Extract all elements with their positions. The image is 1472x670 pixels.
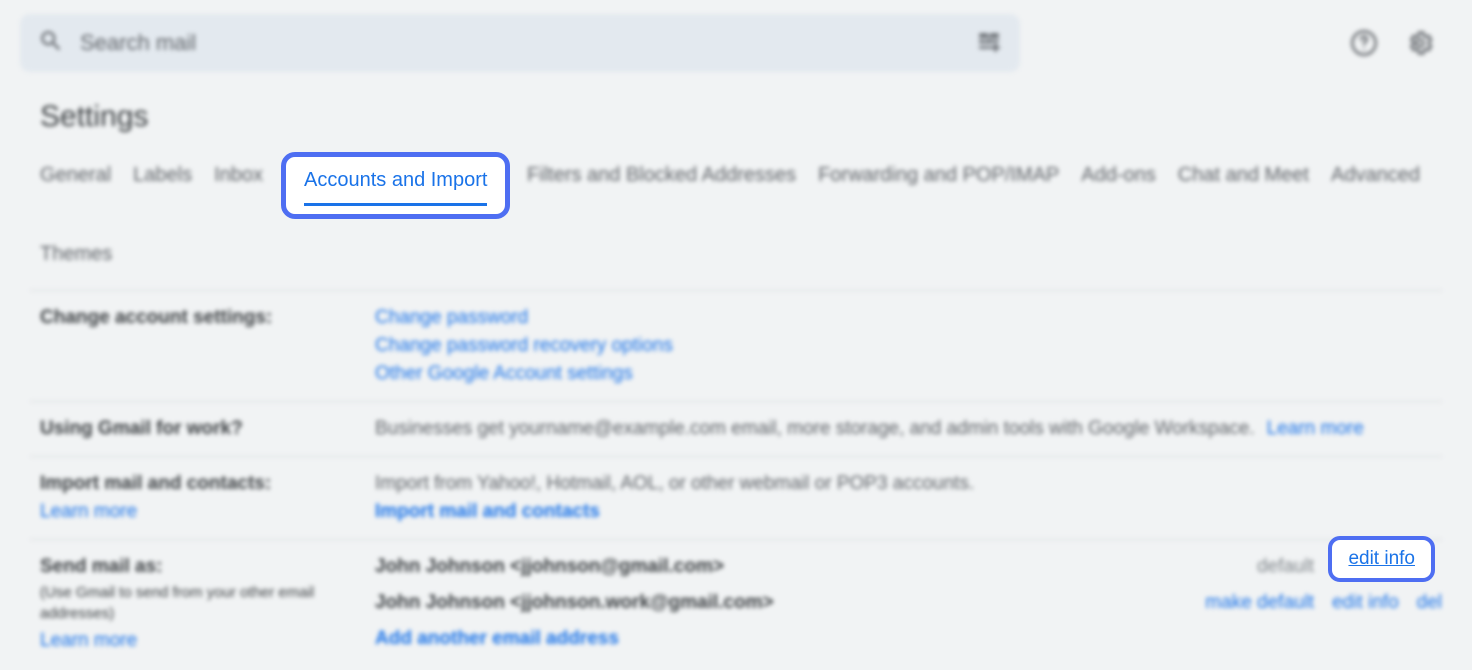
tune-icon[interactable] [976, 28, 1002, 59]
send-as-row: John Johnson <jjohnson@gmail.com> defaul… [375, 556, 1432, 578]
tab-addons[interactable]: Add-ons [1081, 158, 1156, 193]
tab-forwarding[interactable]: Forwarding and POP/IMAP [818, 158, 1059, 193]
link-make-default[interactable]: make default [1205, 592, 1314, 614]
section-send-mail-as: Send mail as: (Use Gmail to send from yo… [30, 539, 1442, 668]
tab-accounts-import[interactable]: Accounts and Import [281, 152, 510, 219]
link-edit-info-primary[interactable]: edit info [1328, 536, 1435, 582]
search-box[interactable]: Search mail [20, 14, 1020, 72]
search-icon [38, 28, 64, 59]
settings-gear-button[interactable] [1398, 21, 1442, 65]
topbar: Search mail [0, 0, 1472, 82]
send-as-email-primary: John Johnson <jjohnson@gmail.com> [375, 556, 1257, 578]
page-title: Settings [30, 82, 1442, 158]
link-change-recovery[interactable]: Change password recovery options [375, 335, 1432, 357]
link-delete[interactable]: del [1417, 592, 1442, 614]
tab-general[interactable]: General [40, 158, 111, 193]
tab-labels[interactable]: Labels [133, 158, 192, 193]
label-send-as: Send mail as: [40, 556, 163, 577]
link-work-learn-more[interactable]: Learn more [1267, 418, 1364, 440]
send-as-email-secondary: John Johnson <jjohnson.work@gmail.com> [375, 592, 1205, 614]
search-placeholder: Search mail [80, 30, 960, 56]
tab-filters[interactable]: Filters and Blocked Addresses [527, 158, 796, 193]
tab-chat[interactable]: Chat and Meet [1178, 158, 1309, 193]
link-import-learn-more[interactable]: Learn more [40, 501, 375, 523]
sub-send-as: (Use Gmail to send from your other email… [40, 582, 375, 624]
tab-inbox[interactable]: Inbox [214, 158, 263, 193]
section-change-account: Change account settings: Change password… [30, 290, 1442, 401]
label-change-account: Change account settings: [40, 307, 272, 328]
tab-advanced[interactable]: Advanced [1331, 158, 1420, 193]
label-import: Import mail and contacts: [40, 473, 271, 494]
link-import-action[interactable]: Import mail and contacts [375, 501, 1432, 523]
link-change-password[interactable]: Change password [375, 307, 1432, 329]
send-as-row: John Johnson <jjohnson.work@gmail.com> m… [375, 592, 1432, 614]
label-work: Using Gmail for work? [40, 418, 243, 439]
link-edit-info-2[interactable]: edit info [1332, 592, 1399, 614]
link-send-as-learn-more[interactable]: Learn more [40, 630, 137, 652]
link-other-google-settings[interactable]: Other Google Account settings [375, 363, 1432, 385]
send-as-default-badge: default [1257, 556, 1314, 578]
section-work: Using Gmail for work? Businesses get you… [30, 401, 1442, 456]
help-button[interactable] [1342, 21, 1386, 65]
settings-tabs: General Labels Inbox Filters and Blocked… [30, 158, 1442, 290]
text-work: Businesses get yourname@example.com emai… [375, 418, 1255, 440]
link-add-another-email[interactable]: Add another email address [375, 628, 1432, 650]
tab-themes[interactable]: Themes [40, 237, 112, 272]
section-import: Import mail and contacts: Learn more Imp… [30, 456, 1442, 539]
text-import: Import from Yahoo!, Hotmail, AOL, or oth… [375, 473, 1432, 495]
